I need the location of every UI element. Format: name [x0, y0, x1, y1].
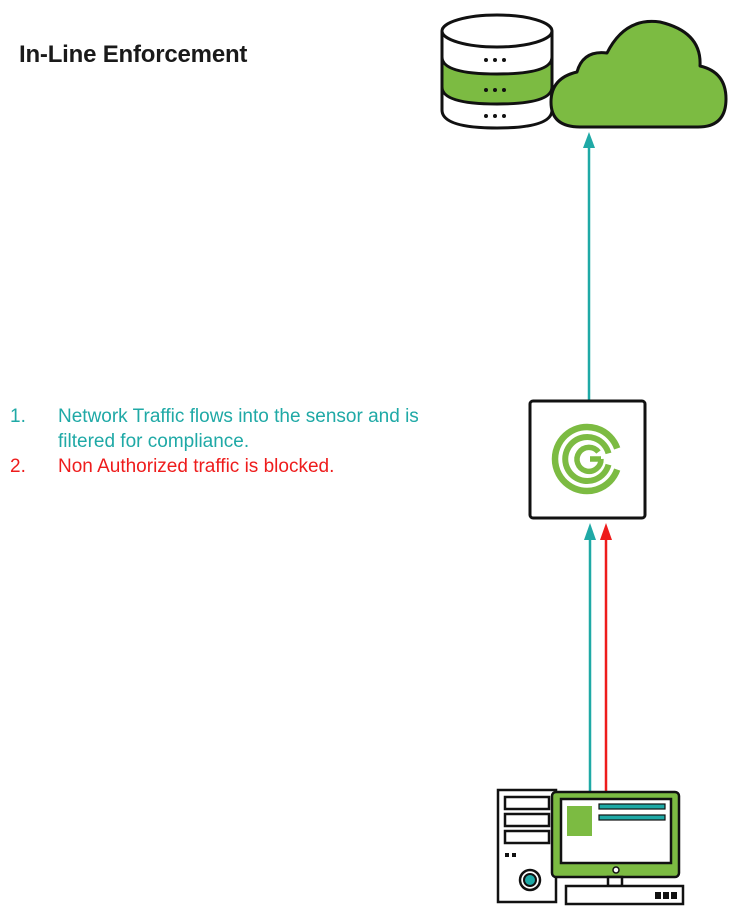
arrow-blocked-traffic	[600, 523, 612, 793]
sensor-box	[528, 399, 647, 520]
computer-icon	[496, 788, 685, 906]
cloud-icon	[549, 19, 728, 129]
arrow-sensor-to-cloud	[583, 132, 595, 400]
network-diagram	[440, 13, 728, 906]
database-icon	[440, 13, 554, 130]
arrow-allowed-traffic	[584, 523, 596, 793]
